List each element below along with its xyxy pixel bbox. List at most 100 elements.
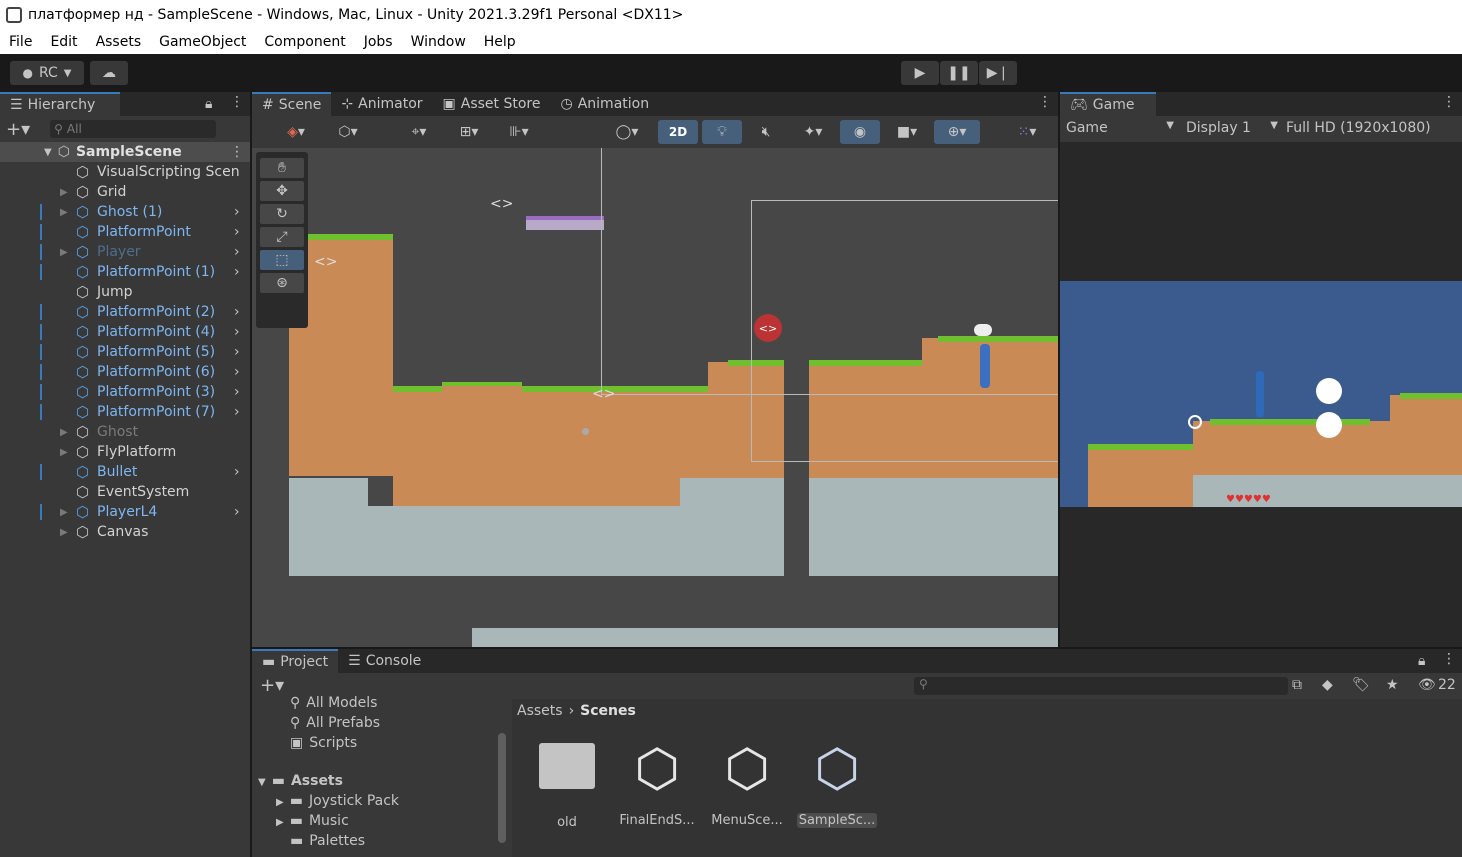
- hierarchy-item[interactable]: ⬡ VisualScripting Scen: [0, 162, 250, 182]
- rotate-tool[interactable]: ↻: [260, 204, 304, 224]
- hierarchy-item[interactable]: ⬡ PlatformPoint (6) ›: [0, 362, 250, 382]
- breadcrumb-assets[interactable]: Assets: [517, 703, 563, 719]
- script-gizmo-icon[interactable]: <>: [592, 386, 615, 402]
- hierarchy-item[interactable]: ⬡ PlatformPoint (7) ›: [0, 402, 250, 422]
- expand-arrow-icon[interactable]: ▼: [44, 147, 52, 158]
- hierarchy-item[interactable]: ⬡ PlatformPoint (2) ›: [0, 302, 250, 322]
- tab-scene[interactable]: # Scene: [252, 92, 332, 116]
- hierarchy-item[interactable]: ▶ ⬡ Player ›: [0, 242, 250, 262]
- visibility-toggle[interactable]: ◉: [840, 120, 880, 144]
- overlay-dropdown[interactable]: ⁙ ▾: [1004, 120, 1050, 144]
- effects-dropdown[interactable]: ✦ ▾: [790, 120, 836, 144]
- lighting-toggle[interactable]: 💡︎: [702, 120, 742, 144]
- menu-jobs[interactable]: Jobs: [355, 34, 402, 50]
- asset-item[interactable]: old: [527, 739, 607, 830]
- hierarchy-item[interactable]: ▶ ⬡ Canvas: [0, 522, 250, 542]
- bullet-gizmo-icon[interactable]: <>: [754, 314, 782, 342]
- hierarchy-item[interactable]: ⬡ PlatformPoint (5) ›: [0, 342, 250, 362]
- type-filter-icon[interactable]: ◆: [1322, 677, 1333, 693]
- chevron-right-icon[interactable]: ›: [234, 204, 240, 220]
- kebab-menu-icon[interactable]: ⋮: [230, 144, 244, 160]
- hidden-eye-icon[interactable]: 👁︎: [1418, 677, 1436, 693]
- chevron-right-icon[interactable]: ›: [234, 244, 240, 260]
- tab-hierarchy[interactable]: ☰ Hierarchy: [0, 92, 120, 116]
- tree-all-models[interactable]: ⚲ All Models: [290, 695, 377, 711]
- label-filter-icon[interactable]: 🏷︎: [1352, 677, 1370, 693]
- camera-gizmo-icon[interactable]: [974, 324, 992, 336]
- chevron-right-icon[interactable]: ›: [234, 324, 240, 340]
- hierarchy-item[interactable]: ▶ ⬡ FlyPlatform: [0, 442, 250, 462]
- script-gizmo-icon[interactable]: <>: [314, 254, 337, 270]
- game-mode-dropdown[interactable]: Game ▼: [1066, 120, 1174, 136]
- chevron-right-icon[interactable]: ›: [234, 364, 240, 380]
- tab-asset-store[interactable]: ▣ Asset Store: [433, 92, 551, 116]
- menu-gameobject[interactable]: GameObject: [150, 34, 255, 50]
- kebab-menu-icon[interactable]: ⋮: [1038, 94, 1052, 110]
- menu-window[interactable]: Window: [402, 34, 475, 50]
- scale-tool[interactable]: ⤢: [260, 227, 304, 247]
- rect-tool[interactable]: ⬚: [260, 250, 304, 270]
- add-icon[interactable]: +▾: [6, 119, 30, 140]
- tree-all-prefabs[interactable]: ⚲ All Prefabs: [290, 715, 380, 731]
- resolution-dropdown[interactable]: Full HD (1920x1080): [1286, 120, 1431, 136]
- menu-file[interactable]: File: [0, 34, 41, 50]
- snap-dropdown[interactable]: ⊞ ▾: [446, 120, 492, 144]
- hierarchy-item[interactable]: ▶ ⬡ PlayerL4 ›: [0, 502, 250, 522]
- asset-item[interactable]: ⬡ FinalEndS...: [617, 739, 697, 828]
- add-icon[interactable]: +▾: [260, 675, 284, 696]
- chevron-right-icon[interactable]: ›: [234, 304, 240, 320]
- hierarchy-item[interactable]: ▶ ⬡ Ghost (1) ›: [0, 202, 250, 222]
- expand-arrow-icon[interactable]: ▶: [60, 187, 68, 198]
- expand-arrow-icon[interactable]: ▶: [60, 527, 68, 538]
- expand-arrow-icon[interactable]: ▶: [60, 427, 68, 438]
- breadcrumb-scenes[interactable]: Scenes: [580, 703, 636, 719]
- chevron-right-icon[interactable]: ›: [234, 384, 240, 400]
- player-sprite[interactable]: [980, 344, 990, 388]
- kebab-menu-icon[interactable]: ⋮: [1442, 94, 1456, 110]
- chevron-right-icon[interactable]: ›: [234, 344, 240, 360]
- scene-root-row[interactable]: ▼ ⬡ SampleScene ⋮: [0, 142, 250, 162]
- menu-edit[interactable]: Edit: [41, 34, 86, 50]
- asset-item-selected[interactable]: ⬡ SampleSc...: [797, 739, 877, 828]
- menu-component[interactable]: Component: [255, 34, 354, 50]
- expand-arrow-icon[interactable]: ▶: [60, 447, 68, 458]
- camera-dropdown[interactable]: ■ ▾: [884, 120, 930, 144]
- expand-arrow-icon[interactable]: ▶: [60, 247, 68, 258]
- script-gizmo-icon[interactable]: <>: [490, 196, 513, 212]
- hierarchy-item[interactable]: ⬡ Bullet ›: [0, 462, 250, 482]
- draw-mode-dropdown[interactable]: ◈ ▾: [272, 120, 320, 144]
- hierarchy-item[interactable]: ⬡ PlatformPoint (1) ›: [0, 262, 250, 282]
- mode-2d-toggle[interactable]: 2D: [658, 120, 698, 144]
- expand-arrow-icon[interactable]: ▶: [60, 207, 68, 218]
- play-button[interactable]: ▶: [901, 61, 939, 85]
- hand-tool[interactable]: ✋︎: [260, 158, 304, 178]
- chevron-right-icon[interactable]: ›: [234, 404, 240, 420]
- pivot-dropdown[interactable]: ⌖ ▾: [396, 120, 442, 144]
- render-dropdown[interactable]: ⬡ ▾: [324, 120, 372, 144]
- step-button[interactable]: ▶❘: [979, 61, 1017, 85]
- tree-joystick-pack[interactable]: ▶ ▬ Joystick Pack: [276, 793, 399, 809]
- hierarchy-search-input[interactable]: ⚲ All: [50, 120, 217, 138]
- pause-button[interactable]: ❚❚: [940, 61, 978, 85]
- tab-animation[interactable]: ◷ Animation: [551, 92, 660, 116]
- grid-snap-dropdown[interactable]: ⊪ ▾: [496, 120, 542, 144]
- hierarchy-item[interactable]: ▶ ⬡ Ghost: [0, 422, 250, 442]
- move-tool[interactable]: ✥: [260, 181, 304, 201]
- audio-toggle[interactable]: 🔇︎: [746, 120, 786, 144]
- scene-viewport[interactable]: <> <> <> <> ✋︎ ✥ ↻ ⤢ ⬚ ⊛: [252, 148, 1058, 647]
- chevron-right-icon[interactable]: ›: [234, 224, 240, 240]
- kebab-menu-icon[interactable]: ⋮: [230, 94, 244, 110]
- chevron-right-icon[interactable]: ›: [234, 464, 240, 480]
- tree-scrollbar[interactable]: [498, 733, 506, 843]
- asset-item[interactable]: ⬡ MenuSce...: [707, 739, 787, 828]
- tree-music[interactable]: ▶ ▬ Music: [276, 813, 349, 829]
- orientation-dropdown[interactable]: ◯ ▾: [604, 120, 650, 144]
- tab-console[interactable]: ☰ Console: [338, 649, 431, 673]
- hierarchy-item[interactable]: ⬡ PlatformPoint (3) ›: [0, 382, 250, 402]
- tab-project[interactable]: ▬ Project: [252, 649, 339, 673]
- account-dropdown[interactable]: ● RC ▼: [10, 61, 84, 85]
- menu-assets[interactable]: Assets: [87, 34, 151, 50]
- favorite-star-icon[interactable]: ★: [1386, 677, 1399, 693]
- tree-palettes[interactable]: ▬ Palettes: [290, 833, 365, 849]
- tree-scripts[interactable]: ▣ Scripts: [290, 735, 357, 751]
